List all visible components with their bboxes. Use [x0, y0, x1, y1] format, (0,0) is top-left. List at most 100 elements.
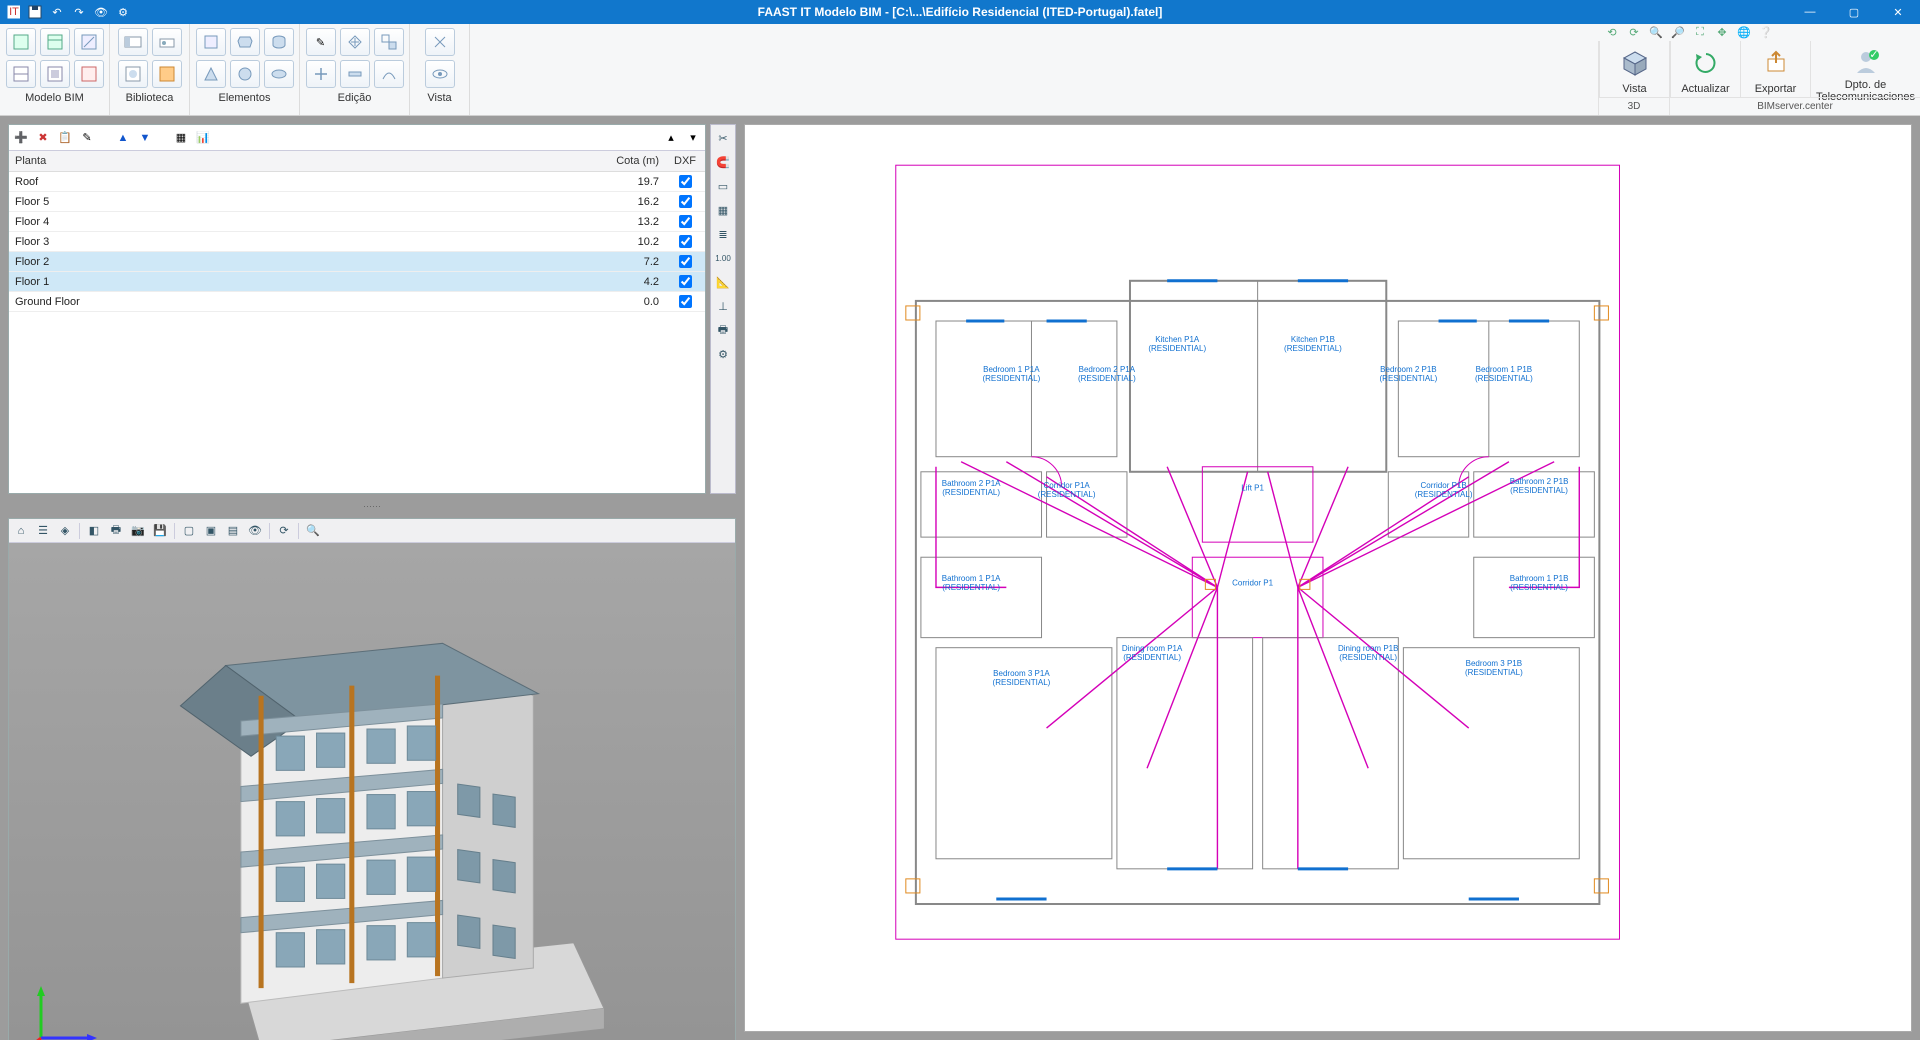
settings-icon[interactable]: ⚙: [116, 5, 130, 19]
maximize-button[interactable]: ▢: [1832, 0, 1876, 24]
redo-icon[interactable]: ↷: [72, 5, 86, 19]
dxf-checkbox[interactable]: [679, 175, 692, 188]
vtool-grid-icon[interactable]: ▦: [714, 201, 732, 219]
v3d-print-icon[interactable]: 🖶: [108, 523, 124, 539]
undo-icon[interactable]: ↶: [50, 5, 64, 19]
dxf-checkbox[interactable]: [679, 195, 692, 208]
dxf-checkbox[interactable]: [679, 255, 692, 268]
col-dxf[interactable]: DXF: [665, 151, 705, 172]
table-row[interactable]: Floor 14.2: [9, 272, 705, 292]
table-row[interactable]: Floor 413.2: [9, 212, 705, 232]
bib-icon-1[interactable]: [118, 28, 148, 56]
v3d-cube-icon[interactable]: ◧: [86, 523, 102, 539]
close-button[interactable]: ✕: [1876, 0, 1920, 24]
save-icon[interactable]: [28, 5, 42, 19]
edit-icon-6[interactable]: [374, 60, 404, 88]
bib-icon-3[interactable]: [118, 60, 148, 88]
elem-icon-2[interactable]: [230, 28, 260, 56]
v3d-persp-icon[interactable]: ◈: [57, 523, 73, 539]
vista-icon-1[interactable]: [425, 28, 455, 56]
dxf-checkbox[interactable]: [679, 275, 692, 288]
v3d-cam-icon[interactable]: 📷: [130, 523, 146, 539]
floorplan-canvas[interactable]: Kitchen P1A(RESIDENTIAL)Kitchen P1B(RESI…: [744, 124, 1912, 1032]
vtool-measure-icon[interactable]: 📐: [714, 273, 732, 291]
bib-icon-4[interactable]: [152, 60, 182, 88]
copy-icon[interactable]: 📋: [57, 130, 73, 146]
chart-icon[interactable]: 📊: [195, 130, 211, 146]
mini-nav-1[interactable]: ⟲: [1604, 25, 1620, 41]
edit-icon-2[interactable]: [340, 28, 370, 56]
minimize-button[interactable]: —: [1788, 0, 1832, 24]
v3d-zoom-icon[interactable]: 🔍: [305, 523, 321, 539]
mini-pan-icon[interactable]: ✥: [1714, 25, 1730, 41]
modelo-icon-4[interactable]: [6, 60, 36, 88]
grid-icon[interactable]: ▦: [173, 130, 189, 146]
dxf-checkbox[interactable]: [679, 235, 692, 248]
modelo-icon-5[interactable]: [40, 60, 70, 88]
room-labels: Kitchen P1A(RESIDENTIAL)Kitchen P1B(RESI…: [745, 125, 1911, 1031]
v3d-tree-icon[interactable]: ☰: [35, 523, 51, 539]
horizontal-splitter[interactable]: ⋯⋯: [8, 502, 736, 510]
col-planta[interactable]: Planta: [9, 151, 595, 172]
table-row[interactable]: Floor 310.2: [9, 232, 705, 252]
v3d-sq2-icon[interactable]: ▣: [203, 523, 219, 539]
mini-fit-icon[interactable]: ⛶: [1692, 25, 1708, 41]
move-up-icon[interactable]: ▲: [115, 130, 131, 146]
vtool-layers-icon[interactable]: ≣: [714, 225, 732, 243]
v3d-refresh-icon[interactable]: ⟳: [276, 523, 292, 539]
mini-zoom-out-icon[interactable]: 🔎: [1670, 25, 1686, 41]
col-cota[interactable]: Cota (m): [595, 151, 665, 172]
collapse-down-icon[interactable]: ▾: [685, 130, 701, 146]
ribbon-action-dpto[interactable]: ✓ Dpto. de Telecomunicaciones: [1810, 41, 1920, 97]
v3d-sq3-icon[interactable]: ▤: [225, 523, 241, 539]
v3d-sq1-icon[interactable]: ▢: [181, 523, 197, 539]
ribbon-action-exportar[interactable]: Exportar: [1740, 41, 1810, 97]
vtool-crop-icon[interactable]: ✂: [714, 129, 732, 147]
mini-globe-icon[interactable]: 🌐: [1736, 25, 1752, 41]
row-dxf: [665, 232, 705, 252]
move-down-icon[interactable]: ▼: [137, 130, 153, 146]
modelo-icon-3[interactable]: [74, 28, 104, 56]
delete-icon[interactable]: ✖: [35, 130, 51, 146]
modelo-icon-1[interactable]: [6, 28, 36, 56]
mini-nav-2[interactable]: ⟳: [1626, 25, 1642, 41]
table-row[interactable]: Floor 516.2: [9, 192, 705, 212]
edit-icon[interactable]: ✎: [79, 130, 95, 146]
elem-icon-3[interactable]: [264, 28, 294, 56]
v3d-eye-icon[interactable]: 👁: [247, 523, 263, 539]
mini-zoom-in-icon[interactable]: 🔍: [1648, 25, 1664, 41]
modelo-icon-2[interactable]: [40, 28, 70, 56]
v3d-home-icon[interactable]: ⌂: [13, 523, 29, 539]
vtool-config-icon[interactable]: ⚙: [714, 345, 732, 363]
dxf-checkbox[interactable]: [679, 295, 692, 308]
room-label: Dining room P1B(RESIDENTIAL): [1338, 644, 1398, 662]
edit-icon-3[interactable]: [374, 28, 404, 56]
vtool-ortho-icon[interactable]: ⊥: [714, 297, 732, 315]
vista-icon-2[interactable]: [425, 60, 455, 88]
dxf-checkbox[interactable]: [679, 215, 692, 228]
add-icon[interactable]: ➕: [13, 130, 29, 146]
collapse-up-icon[interactable]: ▴: [663, 130, 679, 146]
elem-icon-5[interactable]: [230, 60, 260, 88]
mini-help-icon[interactable]: ❔: [1758, 25, 1774, 41]
bib-icon-2[interactable]: [152, 28, 182, 56]
table-row[interactable]: Roof19.7: [9, 172, 705, 192]
elem-icon-4[interactable]: [196, 60, 226, 88]
edit-icon-5[interactable]: [340, 60, 370, 88]
ribbon-action-vista[interactable]: Vista: [1599, 41, 1669, 97]
table-row[interactable]: Floor 27.2: [9, 252, 705, 272]
edit-icon-1[interactable]: ✎: [306, 28, 336, 56]
find-icon[interactable]: 👁: [94, 5, 108, 19]
table-row[interactable]: Ground Floor0.0: [9, 292, 705, 312]
ribbon-action-actualizar[interactable]: Actualizar: [1670, 41, 1740, 97]
vtool-dim-icon[interactable]: 1.00: [714, 249, 732, 267]
viewport-3d[interactable]: [9, 543, 735, 1040]
elem-icon-6[interactable]: [264, 60, 294, 88]
edit-icon-4[interactable]: [306, 60, 336, 88]
elem-icon-1[interactable]: [196, 28, 226, 56]
vtool-print-icon[interactable]: 🖶: [714, 321, 732, 339]
vtool-select-icon[interactable]: ▭: [714, 177, 732, 195]
vtool-magnet-icon[interactable]: 🧲: [714, 153, 732, 171]
modelo-icon-6[interactable]: [74, 60, 104, 88]
v3d-save-icon[interactable]: 💾: [152, 523, 168, 539]
